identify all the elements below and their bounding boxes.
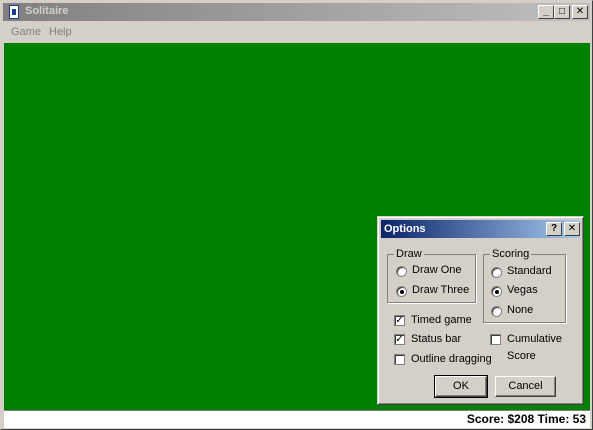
dialog-title: Options bbox=[384, 223, 426, 235]
menu-game[interactable]: Game bbox=[11, 26, 41, 38]
draw-three-label[interactable]: Draw Three bbox=[412, 284, 469, 296]
solitaire-window: Solitaire _ □ ✕ Game Help Score: $208 Ti… bbox=[0, 0, 593, 430]
options-dialog: Options ? ✕ Draw Draw One Draw Three Sco… bbox=[377, 216, 584, 405]
solitaire-app-icon[interactable] bbox=[9, 5, 19, 19]
draw-one-radio[interactable] bbox=[396, 266, 407, 277]
status-bar-checkbox[interactable]: ✓ bbox=[394, 334, 405, 345]
minimize-button[interactable]: _ bbox=[538, 5, 554, 19]
dialog-title-bar[interactable]: Options ? ✕ bbox=[381, 220, 580, 238]
cumulative-label-line2[interactable]: Score bbox=[507, 350, 536, 362]
draw-three-radio[interactable] bbox=[396, 286, 407, 297]
vegas-radio[interactable] bbox=[491, 286, 502, 297]
draw-one-label[interactable]: Draw One bbox=[412, 264, 462, 276]
ok-button[interactable]: OK bbox=[434, 375, 488, 398]
none-label[interactable]: None bbox=[507, 304, 533, 316]
outline-dragging-label[interactable]: Outline dragging bbox=[411, 353, 492, 365]
scoring-group: Scoring Standard Vegas None bbox=[483, 248, 566, 323]
standard-radio[interactable] bbox=[491, 267, 502, 278]
status-bar: Score: $208 Time: 53 bbox=[4, 410, 590, 428]
menu-help[interactable]: Help bbox=[49, 26, 72, 38]
status-bar-label[interactable]: Status bar bbox=[411, 333, 461, 345]
window-title: Solitaire bbox=[25, 5, 69, 17]
cumulative-label-line1[interactable]: Cumulative bbox=[507, 333, 562, 345]
close-button[interactable]: ✕ bbox=[572, 5, 588, 19]
title-bar[interactable]: Solitaire _ □ ✕ bbox=[3, 3, 590, 21]
outline-dragging-checkbox[interactable] bbox=[394, 354, 405, 365]
timed-game-checkbox[interactable]: ✓ bbox=[394, 315, 405, 326]
menu-bar: Game Help bbox=[3, 23, 590, 42]
none-radio[interactable] bbox=[491, 306, 502, 317]
vegas-label[interactable]: Vegas bbox=[507, 284, 538, 296]
maximize-button[interactable]: □ bbox=[554, 5, 570, 19]
standard-label[interactable]: Standard bbox=[507, 265, 552, 277]
scoring-group-label: Scoring bbox=[490, 248, 532, 260]
timed-game-label[interactable]: Timed game bbox=[411, 314, 472, 326]
cumulative-score-checkbox[interactable] bbox=[490, 334, 501, 345]
draw-group: Draw Draw One Draw Three bbox=[387, 248, 476, 303]
help-button[interactable]: ? bbox=[546, 222, 562, 236]
draw-group-label: Draw bbox=[394, 248, 424, 260]
cancel-button[interactable]: Cancel bbox=[495, 376, 556, 397]
score-time-text: Score: $208 Time: 53 bbox=[466, 412, 586, 426]
dialog-close-button[interactable]: ✕ bbox=[564, 222, 580, 236]
